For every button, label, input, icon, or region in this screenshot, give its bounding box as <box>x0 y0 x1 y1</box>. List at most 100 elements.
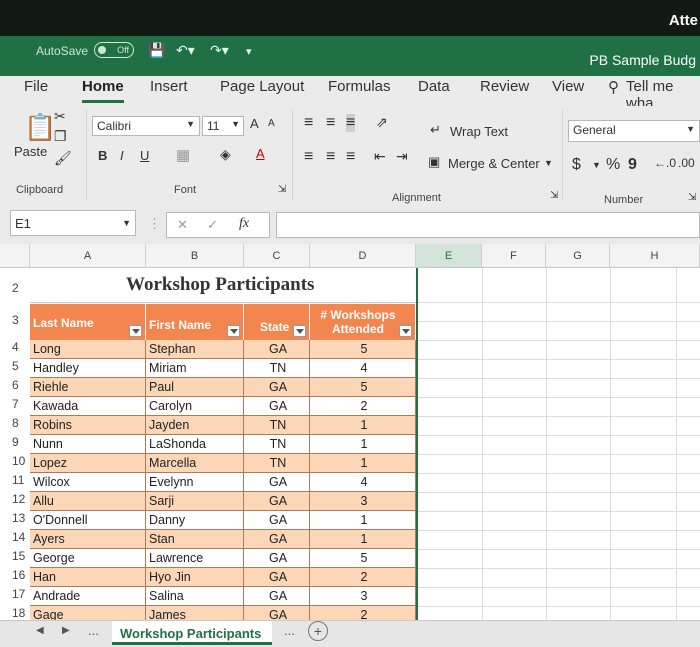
cancel-icon[interactable]: ✕ <box>177 217 188 233</box>
title-cell[interactable]: Workshop Participants <box>30 268 416 303</box>
cell-last-name[interactable]: Ayers <box>30 530 146 549</box>
top-align-icon[interactable]: ≡ <box>304 114 313 132</box>
cell-last-name[interactable]: Kawada <box>30 397 146 416</box>
filter-dropdown-icon[interactable] <box>293 325 306 337</box>
cell-first-name[interactable]: Sarji <box>146 492 244 511</box>
bold-button[interactable]: B <box>98 148 107 163</box>
fill-color-icon[interactable]: ◈ <box>220 146 231 163</box>
cell-workshops[interactable]: 1 <box>310 454 416 473</box>
cell-first-name[interactable]: Miriam <box>146 359 244 378</box>
cell-first-name[interactable]: James <box>146 606 244 620</box>
tab-insert[interactable]: Insert <box>150 78 188 95</box>
row-header[interactable]: 18 <box>0 606 30 620</box>
formula-input[interactable] <box>276 212 700 238</box>
number-format-select[interactable]: General ▼ <box>568 120 700 142</box>
row-header[interactable]: 10 <box>0 454 30 473</box>
filter-dropdown-icon[interactable] <box>129 325 142 337</box>
header-workshops[interactable]: # Workshops Attended <box>310 304 416 340</box>
filter-dropdown-icon[interactable] <box>399 325 412 337</box>
undo-icon[interactable]: ↶▾ <box>176 42 195 59</box>
tab-view[interactable]: View <box>552 78 584 95</box>
cell-last-name[interactable]: Han <box>30 568 146 587</box>
row-header[interactable]: 17 <box>0 587 30 606</box>
cell-last-name[interactable]: Handley <box>30 359 146 378</box>
decrease-decimal-icon[interactable]: .00 <box>678 156 695 170</box>
cell-state[interactable]: GA <box>244 568 310 587</box>
row-header[interactable]: 16 <box>0 568 30 587</box>
cell-last-name[interactable]: Robins <box>30 416 146 435</box>
cell-state[interactable]: TN <box>244 435 310 454</box>
cell-workshops[interactable]: 3 <box>310 492 416 511</box>
cell-state[interactable]: GA <box>244 530 310 549</box>
cell-workshops[interactable]: 5 <box>310 340 416 359</box>
cell-first-name[interactable]: Hyo Jin <box>146 568 244 587</box>
cut-icon[interactable]: ✂ <box>54 108 66 125</box>
font-size-select[interactable]: 11 ▼ <box>202 116 244 136</box>
cell-workshops[interactable]: 4 <box>310 473 416 492</box>
grow-font-button[interactable]: A <box>250 116 259 131</box>
cell-first-name[interactable]: Lawrence <box>146 549 244 568</box>
cell-workshops[interactable]: 1 <box>310 416 416 435</box>
search-icon[interactable]: ⚲ <box>608 78 619 96</box>
row-header[interactable]: 6 <box>0 378 30 397</box>
cell-first-name[interactable]: LaShonda <box>146 435 244 454</box>
header-last-name[interactable]: Last Name <box>30 304 146 340</box>
cell-workshops[interactable]: 4 <box>310 359 416 378</box>
align-right-icon[interactable]: ≡ <box>346 148 355 166</box>
cell-last-name[interactable]: Lopez <box>30 454 146 473</box>
cell-workshops[interactable]: 1 <box>310 530 416 549</box>
worksheet-grid[interactable]: A B C D E F G H 2 Workshop Participants … <box>0 244 700 620</box>
row-header[interactable]: 2 <box>0 274 30 302</box>
wrap-text-button[interactable]: Wrap Text <box>450 124 508 139</box>
row-header[interactable]: 7 <box>0 397 30 416</box>
copy-icon[interactable]: ❐ <box>54 128 67 145</box>
cell-state[interactable]: GA <box>244 511 310 530</box>
sheets-more-left[interactable]: ... <box>88 623 99 638</box>
cell-state[interactable]: GA <box>244 549 310 568</box>
redo-icon[interactable]: ↷▾ <box>210 42 229 59</box>
column-header-d[interactable]: D <box>310 244 416 268</box>
cell-workshops[interactable]: 3 <box>310 587 416 606</box>
paste-icon[interactable]: 📋 <box>24 112 56 143</box>
row-header[interactable]: 13 <box>0 511 30 530</box>
tab-page-layout[interactable]: Page Layout <box>220 78 304 95</box>
tab-review[interactable]: Review <box>480 78 529 95</box>
header-first-name[interactable]: First Name <box>146 304 244 340</box>
cell-first-name[interactable]: Evelynn <box>146 473 244 492</box>
shrink-font-button[interactable]: A <box>268 118 275 129</box>
format-painter-icon[interactable]: 🖌 <box>54 150 72 167</box>
cell-first-name[interactable]: Salina <box>146 587 244 606</box>
cell-state[interactable]: GA <box>244 492 310 511</box>
align-center-icon[interactable]: ≡ <box>326 148 335 166</box>
row-header[interactable]: 8 <box>0 416 30 435</box>
dialog-launcher-icon[interactable]: ⇲ <box>278 184 286 195</box>
row-header[interactable]: 4 <box>0 340 30 359</box>
sheet-tab-workshop-participants[interactable]: Workshop Participants <box>112 621 272 645</box>
underline-button[interactable]: U <box>140 148 149 163</box>
cell-last-name[interactable]: George <box>30 549 146 568</box>
cell-last-name[interactable]: Riehle <box>30 378 146 397</box>
column-header-b[interactable]: B <box>146 244 244 268</box>
cell-workshops[interactable]: 1 <box>310 435 416 454</box>
comma-style-button[interactable]: 9 <box>628 156 637 174</box>
cell-state[interactable]: GA <box>244 606 310 620</box>
italic-button[interactable]: I <box>120 148 124 163</box>
check-icon[interactable]: ✓ <box>207 217 218 233</box>
cell-last-name[interactable]: Nunn <box>30 435 146 454</box>
dialog-launcher-icon[interactable]: ⇲ <box>688 192 696 203</box>
row-header[interactable]: 3 <box>0 310 30 342</box>
tab-data[interactable]: Data <box>418 78 450 95</box>
tab-file[interactable]: File <box>24 78 48 95</box>
cell-last-name[interactable]: O'Donnell <box>30 511 146 530</box>
row-header[interactable]: 5 <box>0 359 30 378</box>
cell-first-name[interactable]: Carolyn <box>146 397 244 416</box>
row-header[interactable]: 9 <box>0 435 30 454</box>
header-state[interactable]: State <box>244 304 310 340</box>
cell-first-name[interactable]: Jayden <box>146 416 244 435</box>
dialog-launcher-icon[interactable]: ⇲ <box>550 190 558 201</box>
cell-first-name[interactable]: Danny <box>146 511 244 530</box>
cell-state[interactable]: GA <box>244 587 310 606</box>
cell-last-name[interactable]: Allu <box>30 492 146 511</box>
column-header-a[interactable]: A <box>30 244 146 268</box>
cell-workshops[interactable]: 2 <box>310 606 416 620</box>
